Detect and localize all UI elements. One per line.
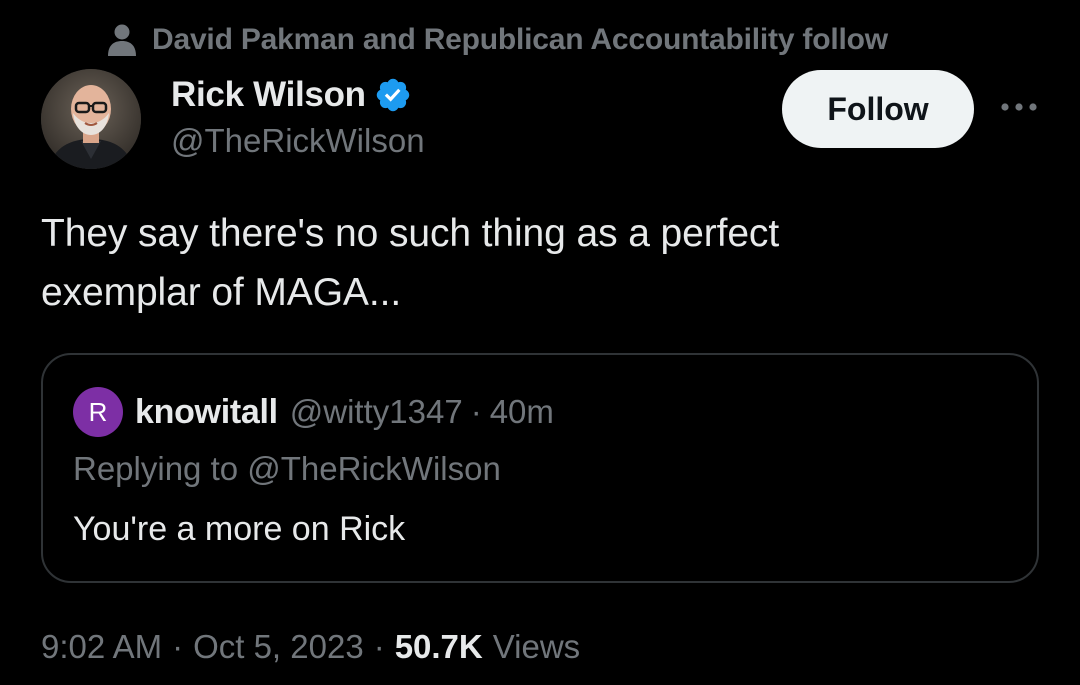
- author-name[interactable]: Rick Wilson: [171, 75, 366, 115]
- quote-author-name[interactable]: knowitall: [135, 393, 278, 432]
- verified-badge-icon: [374, 75, 414, 115]
- footer-separator: ·: [172, 628, 184, 665]
- quote-time[interactable]: 40m: [490, 393, 554, 431]
- person-icon: [106, 22, 138, 58]
- tweet-date[interactable]: Oct 5, 2023: [193, 628, 364, 666]
- social-context-text: David Pakman and Republican Accountabili…: [152, 23, 888, 56]
- quote-text: You're a more on Rick: [73, 510, 406, 548]
- tweet-time[interactable]: 9:02 AM: [41, 628, 162, 666]
- quote-meta-separator: ·: [470, 393, 482, 430]
- author-handle[interactable]: @TheRickWilson: [171, 122, 425, 160]
- footer-separator: ·: [373, 628, 385, 665]
- tweet-footer: 9:02 AM · Oct 5, 2023 · 50.7K Views: [41, 628, 580, 666]
- quote-avatar[interactable]: R: [73, 387, 123, 437]
- more-icon[interactable]: [996, 92, 1042, 122]
- quote-replying-to: Replying to @TheRickWilson: [73, 450, 501, 487]
- quote-author-handle[interactable]: @witty1347: [290, 393, 463, 431]
- follow-button[interactable]: Follow: [782, 70, 974, 148]
- views-count: 50.7K: [394, 628, 483, 665]
- quoted-tweet-card[interactable]: R knowitall @witty1347 · 40m Replying to…: [41, 353, 1039, 583]
- author-avatar[interactable]: [41, 69, 141, 169]
- quote-header: R knowitall @witty1347 · 40m: [73, 387, 554, 437]
- views-label: Views: [492, 628, 581, 665]
- social-context[interactable]: David Pakman and Republican Accountabili…: [106, 20, 888, 60]
- tweet-text-line-2: exemplar of MAGA...: [41, 271, 402, 314]
- tweet-text: They say there's no such thing as a perf…: [41, 204, 1001, 322]
- tweet-text-line-1: They say there's no such thing as a perf…: [41, 212, 780, 255]
- author-name-row[interactable]: Rick Wilson: [171, 72, 414, 118]
- quote-meta: @witty1347 · 40m: [290, 393, 554, 431]
